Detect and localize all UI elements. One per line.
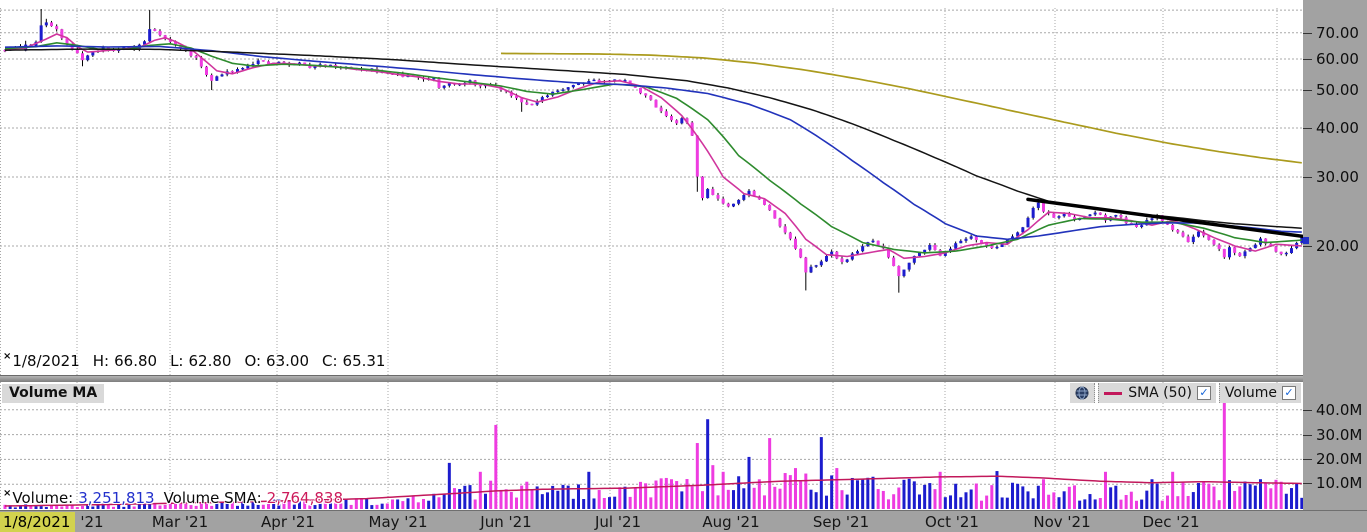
month-label: Nov '21 [1017,513,1107,531]
indicator-settings-chip[interactable] [1070,383,1095,403]
volume-label: Volume: [12,489,73,507]
sma-legend-item: SMA (50) ✓ [1098,383,1216,403]
volume-panel-legend: SMA (50) ✓ Volume ✓ [1070,383,1301,403]
axis-label: 30.00 [1316,168,1359,186]
month-label: Aug '21 [686,513,776,531]
volume-sma-label: Volume SMA: [164,489,262,507]
high-value: 66.80 [114,352,157,370]
close-value: 65.31 [343,352,386,370]
axis-tick [1303,177,1312,178]
month-label: Mar '21 [135,513,225,531]
volume-legend-item: Volume ✓ [1219,383,1301,403]
crosshair-date: 1/8/2021 [12,352,79,370]
low-label: L: [170,352,183,370]
axis-label: 60.00 [1316,50,1359,68]
time-axis[interactable]: 1/8/2021 '21Mar '21Apr '21May '21Jun '21… [0,510,1367,532]
axis-tick [1303,435,1312,436]
axis-label: 40.00 [1316,119,1359,137]
axis-label: 50.00 [1316,81,1359,99]
volume-sma-value: 2,764,838 [267,489,343,507]
close-icon[interactable]: × [3,488,11,499]
globe-icon [1075,386,1089,400]
axis-tick [1303,246,1312,247]
axis-tick [1303,483,1312,484]
price-axis[interactable]: 70.00 60.00 50.00 40.00 30.00 20.00 40.0M 30.0M… [1303,0,1367,510]
ohlc-info-line: ×1/8/2021 H: 66.80 L: 62.80 O: 63.00 C: 65.31 [3,352,385,370]
month-label: '21 [47,513,137,531]
axis-tick [1303,128,1312,129]
last-price-marker [1303,237,1309,244]
open-value: 63.00 [266,352,309,370]
charting-app: ×1/8/2021H:66.80L:62.80O:63.00C:65.31 Vo… [0,0,1367,532]
axis-label: 20.00 [1316,237,1359,255]
volume-panel-title[interactable]: Volume MA [2,384,104,403]
open-label: O: [244,352,261,370]
month-label: Apr '21 [243,513,333,531]
axis-tick [1303,90,1312,91]
volume-checkbox[interactable]: ✓ [1282,386,1296,400]
high-label: H: [93,352,109,370]
low-value: 62.80 [188,352,231,370]
close-label: C: [322,352,338,370]
price-volume-chart-canvas[interactable] [0,0,1303,510]
volume-info-line: ×Volume: 3,251,813 Volume SMA: 2,764,838 [3,489,343,507]
volume-legend-label: Volume [1225,385,1277,401]
axis-tick [1303,33,1312,34]
axis-label: 70.00 [1316,24,1359,42]
axis-tick [1303,59,1312,60]
sma-line-swatch [1104,392,1122,395]
axis-label: 20.0M [1316,450,1362,468]
month-label: Sep '21 [796,513,886,531]
month-label: Dec '21 [1126,513,1216,531]
month-label: Jul '21 [573,513,663,531]
sma-checkbox[interactable]: ✓ [1197,386,1211,400]
axis-label: 10.0M [1316,474,1362,492]
axis-tick [1303,459,1312,460]
axis-label: 30.0M [1316,426,1362,444]
month-label: Oct '21 [907,513,997,531]
axis-tick [1303,410,1312,411]
close-icon[interactable]: × [3,351,11,362]
sma-legend-label: SMA (50) [1128,385,1192,401]
volume-value: 3,251,813 [78,489,154,507]
month-label: Jun '21 [461,513,551,531]
month-label: May '21 [353,513,443,531]
pane-splitter[interactable] [0,375,1367,382]
axis-label: 40.0M [1316,401,1362,419]
